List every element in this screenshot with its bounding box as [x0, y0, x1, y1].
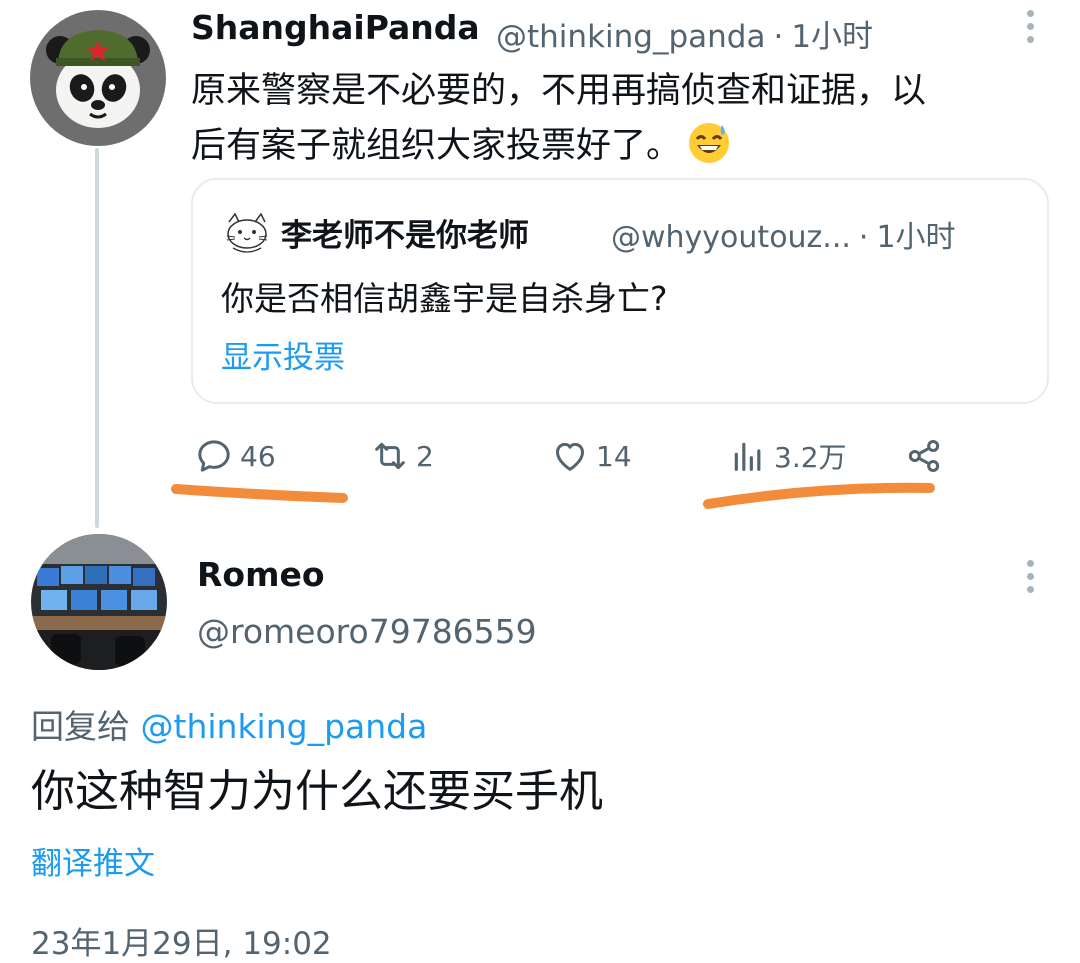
translate-tweet-link[interactable]: 翻译推文: [31, 838, 155, 883]
tweet-text-line-2: 后有案子就组织大家投票好了。: [191, 126, 682, 166]
quote-handle-time: @whyyoutouz... · 1小时: [611, 220, 956, 255]
like-button[interactable]: 14: [550, 436, 632, 476]
retweet-count: 2: [416, 439, 434, 473]
reply-icon: [198, 440, 230, 472]
cat-sketch-icon: [221, 210, 273, 258]
avatar[interactable]: [31, 534, 167, 670]
more-icon[interactable]: [1024, 10, 1036, 43]
reply-timestamp[interactable]: 23年1月29日, 19:02: [31, 918, 332, 963]
share-icon: [908, 439, 940, 473]
quote-time[interactable]: 1小时: [876, 220, 955, 255]
more-icon[interactable]: [1024, 560, 1036, 593]
panda-avatar-icon: [30, 10, 166, 146]
tweet-author-name[interactable]: ShanghaiPanda: [191, 8, 480, 47]
tweet-text-line-1: 原来警察是不必要的，不用再搞侦查和证据，以: [191, 71, 927, 111]
views-icon: [734, 442, 761, 471]
reply-to-line: 回复给 @thinking_panda: [31, 700, 427, 748]
reply-to-prefix: 回复给: [31, 707, 130, 746]
grinning-sweat-emoji-icon: [687, 121, 731, 182]
share-button[interactable]: [904, 436, 950, 476]
reply-count: 46: [240, 439, 276, 473]
show-poll-link[interactable]: 显示投票: [221, 332, 345, 377]
tweet-time[interactable]: 1小时: [791, 19, 873, 55]
trading-desk-photo-icon: [31, 534, 167, 670]
views-underline: [703, 482, 935, 509]
like-count: 14: [596, 439, 632, 473]
quote-author-name[interactable]: 李老师不是你老师: [281, 210, 529, 255]
tweet-handle[interactable]: @thinking_panda: [496, 19, 765, 55]
retweet-button[interactable]: 2: [370, 436, 434, 476]
like-icon: [556, 442, 584, 471]
tweet-text: 原来警察是不必要的，不用再搞侦查和证据，以 后有案子就组织大家投票好了。: [191, 64, 1041, 182]
retweet-icon: [375, 442, 405, 470]
reply-author-handle[interactable]: @romeoro79786559: [197, 612, 537, 651]
reply-button[interactable]: 46: [194, 436, 276, 476]
reply-to-mention[interactable]: @thinking_panda: [141, 707, 428, 746]
reply-count-underline: [171, 484, 348, 503]
quote-text: 你是否相信胡鑫宇是自杀身亡?: [221, 279, 668, 318]
tweet-handle-time: @thinking_panda · 1小时: [496, 19, 874, 55]
thread-connector-line: [95, 148, 99, 528]
quote-handle[interactable]: @whyyoutouz...: [611, 220, 851, 255]
reply-text: 你这种智力为什么还要买手机: [31, 766, 603, 817]
reply-author-name[interactable]: Romeo: [197, 555, 325, 594]
avatar[interactable]: [30, 10, 166, 146]
views-button[interactable]: 3.2万: [728, 436, 847, 476]
quote-avatar[interactable]: [221, 210, 273, 258]
views-count: 3.2万: [774, 441, 847, 474]
